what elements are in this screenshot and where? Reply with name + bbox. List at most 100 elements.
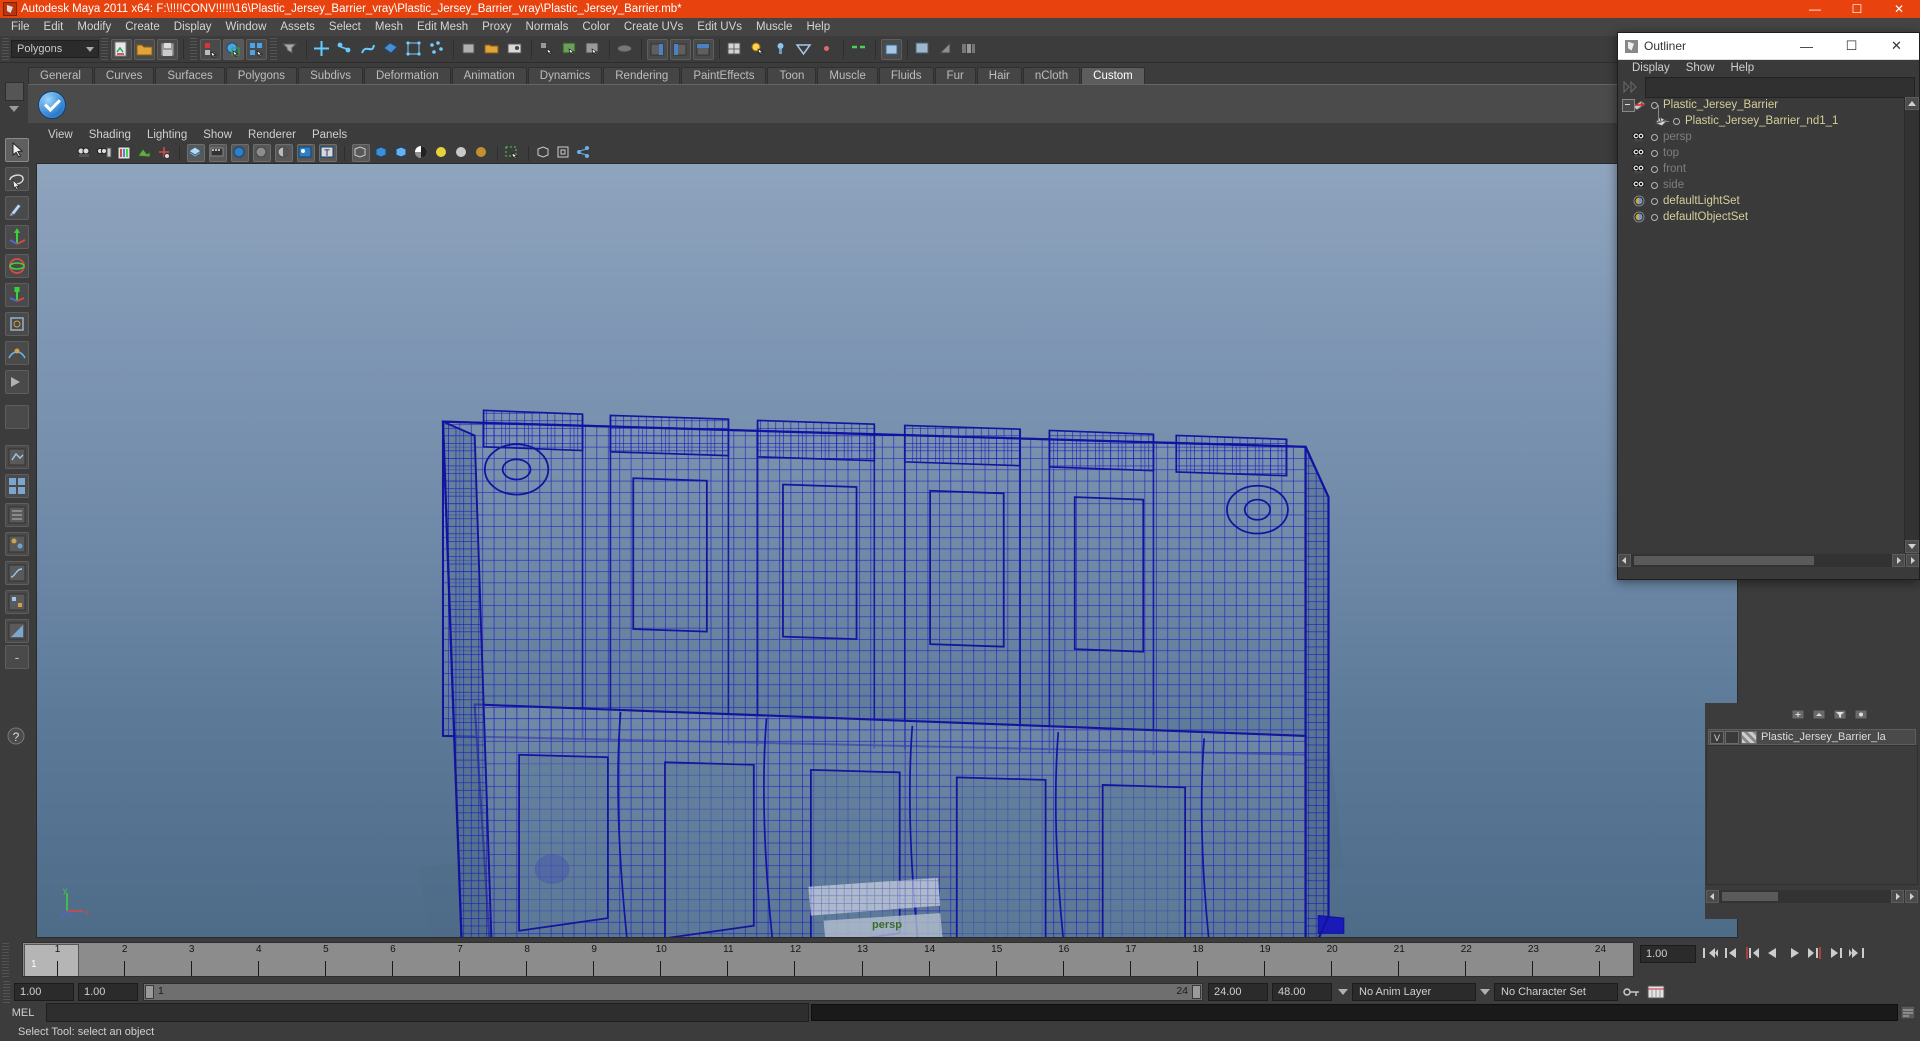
isolate-select-viewport-icon[interactable] [505, 145, 521, 161]
show-wireframe-on-shaded-icon[interactable] [352, 144, 370, 162]
shelf-tab-muscle[interactable]: Muscle [817, 67, 878, 85]
layer-scroll-left-icon[interactable] [1706, 890, 1719, 903]
shelf-tab-subdivs[interactable]: Subdivs [298, 67, 363, 85]
texture-toggle-icon[interactable] [297, 144, 315, 162]
hypershade-icon[interactable] [794, 39, 815, 60]
recent-commands-button[interactable] [5, 405, 29, 429]
light-ambient-icon[interactable] [474, 145, 490, 161]
menu-item-create-uvs[interactable]: Create UVs [617, 18, 690, 36]
xray-joints-icon[interactable] [536, 145, 552, 161]
history-off-icon[interactable] [459, 39, 480, 60]
viewport-menu-renderer[interactable]: Renderer [240, 127, 304, 143]
light-fill-icon[interactable] [454, 145, 470, 161]
light-key-icon[interactable] [434, 145, 450, 161]
render-folder-icon[interactable] [482, 39, 503, 60]
shelf-tab-custom[interactable]: Custom [1081, 67, 1145, 85]
menu-item-edit-uvs[interactable]: Edit UVs [690, 18, 749, 36]
shelf-tab-dynamics[interactable]: Dynamics [527, 67, 603, 85]
outliner-item[interactable]: side [1618, 177, 1904, 193]
range-end-time-field[interactable]: 24.00 [1208, 982, 1268, 1001]
exposure-control-icon[interactable] [576, 145, 592, 161]
character-set-selector[interactable]: No Character Set [1494, 982, 1618, 1001]
universal-manipulator-button[interactable] [5, 312, 29, 336]
command-line-input[interactable] [46, 1003, 809, 1022]
shelf-tab-fluids[interactable]: Fluids [878, 67, 934, 85]
viewport-3d-canvas[interactable]: y x z persp [36, 163, 1738, 938]
isolate-select-icon[interactable] [849, 39, 870, 60]
animation-start-time-field[interactable]: 1.00 [14, 982, 74, 1001]
paint-selection-tool-button[interactable] [5, 196, 29, 220]
xray-active-components-icon[interactable] [556, 145, 572, 161]
play-backwards-button[interactable] [1764, 945, 1783, 964]
auto-key-button[interactable] [1622, 984, 1642, 1000]
select-camera-icon[interactable] [76, 145, 92, 161]
script-editor-open-icon[interactable] [1900, 1005, 1916, 1020]
range-slider-left-handle[interactable] [145, 984, 154, 999]
select-by-object-type-button[interactable] [223, 38, 244, 60]
hypergraph-icon[interactable] [959, 39, 980, 60]
viewport-menu-view[interactable]: View [40, 127, 81, 143]
outliner-expand-toggle[interactable] [1622, 99, 1635, 112]
layer-sort-icon[interactable] [1811, 708, 1829, 721]
light-icon[interactable] [771, 39, 792, 60]
time-slider-grip[interactable] [2, 943, 9, 977]
menu-item-modify[interactable]: Modify [70, 18, 118, 36]
shelf-tab-rendering[interactable]: Rendering [603, 67, 681, 85]
smooth-preview-2-icon[interactable] [394, 145, 410, 161]
outliner-menu-show[interactable]: Show [1678, 60, 1723, 77]
last-tool-button[interactable] [5, 370, 29, 394]
rotate-tool-button[interactable] [5, 254, 29, 278]
new-scene-button[interactable] [111, 38, 132, 60]
outliner-maximize-button[interactable]: ☐ [1829, 33, 1874, 59]
open-scene-button[interactable] [134, 38, 155, 60]
layer-options-icon[interactable] [1853, 708, 1871, 721]
quick-layout-outliner-button[interactable] [5, 503, 29, 527]
ipr-render-icon[interactable] [583, 39, 604, 60]
shelf-tab-surfaces[interactable]: Surfaces [155, 67, 225, 85]
snap-to-view-plane-button[interactable] [381, 39, 402, 60]
menu-set-selector[interactable]: Polygons [11, 40, 99, 58]
paint-select-icon[interactable] [913, 39, 934, 60]
layer-scroll-right-icon[interactable] [1891, 890, 1904, 903]
outliner-minimize-button[interactable]: — [1784, 33, 1829, 59]
viewport-menu-shading[interactable]: Shading [81, 127, 139, 143]
render-view-icon[interactable] [560, 39, 581, 60]
outliner-item[interactable]: defaultLightSet [1618, 193, 1904, 209]
default-material-icon[interactable] [414, 145, 430, 161]
toolbar-grip-1[interactable] [101, 38, 108, 60]
sidebar-attribute-editor-button[interactable] [647, 38, 668, 60]
select-modes-icon[interactable] [537, 39, 558, 60]
outliner-menu-help[interactable]: Help [1723, 60, 1763, 77]
anim-layer-chevron-icon[interactable] [1338, 988, 1348, 995]
viewport-menu-lighting[interactable]: Lighting [139, 127, 195, 143]
two-d-pan-zoom-icon[interactable] [156, 145, 172, 161]
shadows-toggle-icon[interactable] [275, 144, 293, 162]
outliner-vertical-scrollbar[interactable] [1904, 97, 1919, 553]
graph-editor-icon[interactable] [725, 39, 746, 60]
image-plane-icon[interactable] [136, 145, 152, 161]
soft-modification-tool-button[interactable] [5, 341, 29, 365]
scale-tool-button[interactable] [5, 283, 29, 307]
shelf-tab-painteffects[interactable]: PaintEffects [681, 67, 767, 85]
shelf-options-button[interactable] [5, 82, 24, 101]
layer-new-icon[interactable] [1790, 708, 1808, 721]
shelf-tab-general[interactable]: General [28, 67, 93, 85]
shelf-custom-check-icon[interactable] [38, 91, 66, 119]
select-tool-button[interactable] [5, 138, 29, 162]
shelf-tab-deformation[interactable]: Deformation [363, 67, 451, 85]
menu-item-mesh[interactable]: Mesh [368, 18, 410, 36]
playblast-icon[interactable] [615, 39, 636, 60]
shelf-tab-hair[interactable]: Hair [976, 67, 1022, 85]
menu-item-muscle[interactable]: Muscle [749, 18, 799, 36]
quick-layout-fourview-button[interactable] [5, 474, 29, 498]
scroll-right-arrow-icon[interactable] [1892, 554, 1905, 567]
layer-horizontal-scrollbar[interactable] [1706, 890, 1918, 903]
outliner-item[interactable]: Plastic_Jersey_Barrier_nd1_1 [1618, 105, 1904, 129]
layer-scroll-right-end-icon[interactable] [1905, 890, 1918, 903]
shade-options-icon[interactable] [231, 144, 249, 162]
close-button[interactable]: ✕ [1878, 0, 1920, 18]
menu-item-display[interactable]: Display [167, 18, 219, 36]
step-forward-key-button[interactable] [1827, 945, 1846, 964]
lasso-tool-button[interactable] [5, 167, 29, 191]
xray-toggle-icon[interactable]: T [319, 144, 337, 162]
